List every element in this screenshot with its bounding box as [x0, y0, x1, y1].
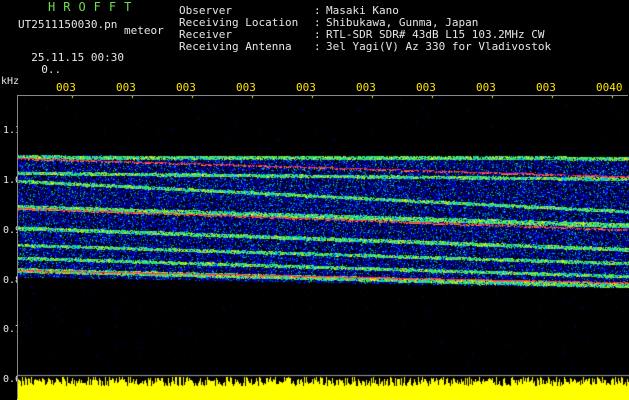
y-axis-unit: kHz — [1, 76, 20, 87]
x-tick-label: 003 — [116, 81, 136, 94]
mode-tag: meteor — [124, 24, 164, 37]
x-tick-label: 003 — [56, 81, 76, 94]
x-tick-label: 003 — [536, 81, 556, 94]
x-tick-label: 003 — [176, 81, 196, 94]
antenna-label: Receiving Antenna — [179, 40, 292, 53]
antenna-sep: : — [314, 40, 321, 53]
antenna-value: 3el Yagi(V) Az 330 for Vladivostok — [326, 40, 552, 53]
app-title: HROFFT — [48, 0, 140, 14]
x-tick-label: 003 — [356, 81, 376, 94]
x-tick-label: 003 — [296, 81, 316, 94]
timestamp: 25.11.15 00:30 0.. — [18, 40, 124, 76]
x-tick-label: 003 — [236, 81, 256, 94]
plot-frame — [17, 95, 628, 399]
x-tick-label: 0040 — [596, 81, 623, 94]
x-tick-label: 003 — [416, 81, 436, 94]
image-filename: UT2511150030.pn — [18, 18, 118, 31]
counter-text: 0.. — [41, 63, 62, 76]
x-tick-label: 003 — [476, 81, 496, 94]
